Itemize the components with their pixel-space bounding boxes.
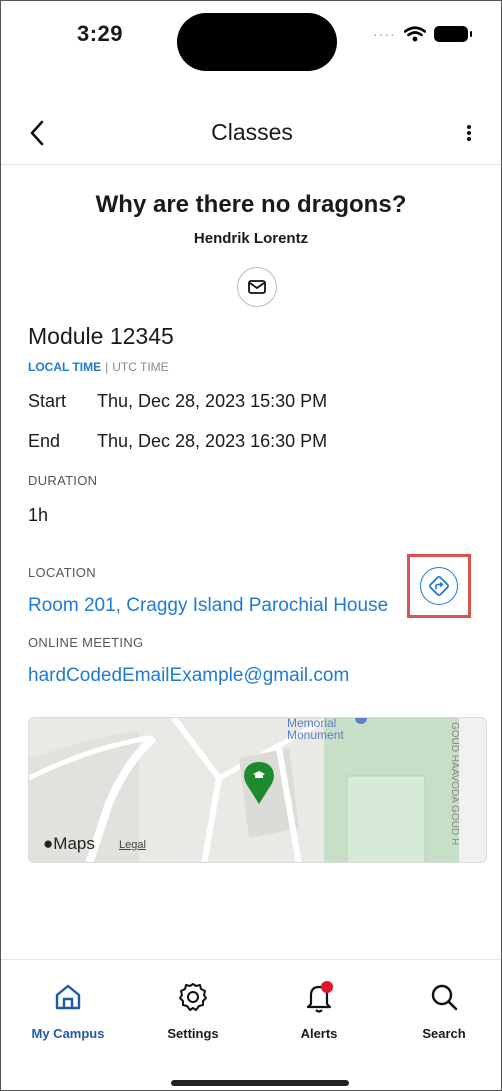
timezone-separator: | xyxy=(105,360,109,374)
mail-icon xyxy=(248,280,266,294)
location-label: LOCATION xyxy=(28,565,96,580)
dynamic-island xyxy=(177,13,337,71)
location-link[interactable]: Room 201, Craggy Island Parochial House xyxy=(28,595,388,617)
utc-time-option[interactable]: UTC TIME xyxy=(112,360,168,374)
tab-alerts[interactable]: Alerts xyxy=(269,976,369,1041)
timezone-toggle: LOCAL TIME | UTC TIME xyxy=(28,360,169,374)
local-time-option[interactable]: LOCAL TIME xyxy=(28,360,101,374)
online-meeting-label: ONLINE MEETING xyxy=(28,635,144,650)
tab-search-label: Search xyxy=(422,1026,466,1041)
directions-icon xyxy=(429,576,449,596)
map-poi-label-2: Monument xyxy=(287,728,344,742)
signal-icon: ···· xyxy=(373,26,396,42)
module-title: Module 12345 xyxy=(28,323,174,349)
map-street-label: GOUD HAAVODA GOUD H xyxy=(449,722,460,846)
end-value: Thu, Dec 28, 2023 16:30 PM xyxy=(97,431,328,451)
class-title: Why are there no dragons? xyxy=(95,191,407,218)
tab-bar: My Campus Settings Alerts Search xyxy=(1,959,501,1090)
tab-alerts-label: Alerts xyxy=(300,1026,338,1041)
maps-legal-link[interactable]: Legal xyxy=(119,839,146,851)
more-vertical-icon xyxy=(467,125,471,141)
bell-icon xyxy=(306,981,333,1013)
gear-icon xyxy=(179,983,207,1011)
start-label: Start xyxy=(28,391,67,411)
tab-settings[interactable]: Settings xyxy=(143,976,243,1041)
home-indicator[interactable] xyxy=(171,1080,349,1086)
maps-brand: ●Maps xyxy=(43,834,95,853)
status-indicators: ···· xyxy=(373,26,472,42)
app-screen: 3:29 ···· Classes Why are there no drago… xyxy=(0,0,502,1091)
more-options-button[interactable] xyxy=(457,115,481,151)
apple-logo-icon: ● xyxy=(43,834,54,853)
home-icon xyxy=(55,984,81,1010)
end-label: End xyxy=(28,431,61,451)
instructor-name: Hendrik Lorentz xyxy=(193,230,309,247)
location-map[interactable]: Memorial Monument GOUD HAAVODA GOUD H ●M… xyxy=(28,717,487,863)
tab-settings-label: Settings xyxy=(167,1026,219,1041)
duration-label: DURATION xyxy=(28,473,98,488)
battery-icon xyxy=(433,26,472,42)
email-instructor-button[interactable] xyxy=(237,267,277,307)
directions-highlight xyxy=(407,554,471,618)
start-value: Thu, Dec 28, 2023 15:30 PM xyxy=(97,391,328,411)
map-background xyxy=(29,718,486,862)
tab-search[interactable]: Search xyxy=(394,976,494,1041)
wifi-icon xyxy=(403,26,426,42)
tab-my-campus[interactable]: My Campus xyxy=(18,976,118,1041)
page-title: Classes xyxy=(211,119,293,145)
nav-header: Classes xyxy=(1,101,501,165)
online-meeting-link[interactable]: hardCodedEmailExample@gmail.com xyxy=(28,665,349,687)
status-time: 3:29 xyxy=(77,21,124,46)
duration-value: 1h xyxy=(28,505,49,525)
search-icon xyxy=(431,984,458,1011)
directions-button[interactable] xyxy=(420,567,458,605)
tab-my-campus-label: My Campus xyxy=(31,1026,105,1041)
